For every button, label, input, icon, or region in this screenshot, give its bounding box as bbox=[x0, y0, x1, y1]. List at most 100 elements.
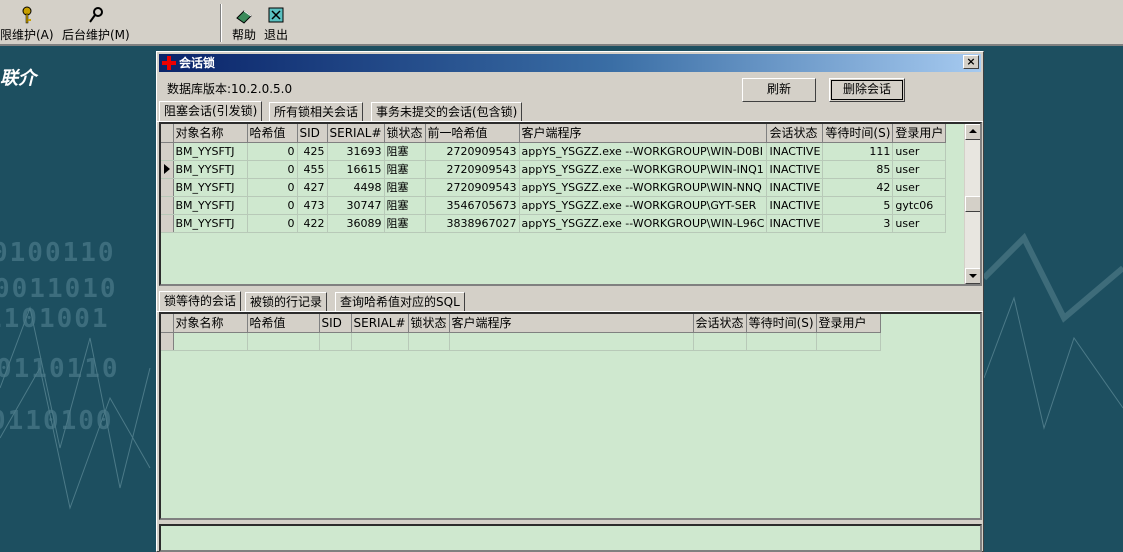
permission-maintenance-button[interactable]: 限维护(A) bbox=[0, 6, 54, 43]
table-cell[interactable]: 3546705673 bbox=[425, 196, 520, 215]
table-cell[interactable]: INACTIVE bbox=[766, 142, 824, 161]
table-cell[interactable]: 2720909543 bbox=[425, 178, 520, 197]
table-cell[interactable]: 阻塞 bbox=[384, 196, 426, 215]
table-cell[interactable]: 3838967027 bbox=[425, 214, 520, 233]
column-header[interactable]: 客户端程序 bbox=[519, 124, 768, 143]
column-header[interactable]: 等待时间(S) bbox=[822, 124, 894, 143]
table-cell[interactable]: BM_YYSFTJ bbox=[173, 142, 248, 161]
exit-button[interactable]: 退出 bbox=[264, 6, 288, 43]
table-cell[interactable]: 16615 bbox=[327, 160, 385, 179]
table-row[interactable] bbox=[161, 332, 881, 351]
sql-text-pane[interactable] bbox=[159, 524, 982, 552]
table-cell[interactable]: 阻塞 bbox=[384, 214, 426, 233]
table-cell[interactable]: user bbox=[892, 214, 947, 233]
table-cell[interactable]: appYS_YSGZZ.exe --WORKGROUP\GYT-SER bbox=[519, 196, 768, 215]
column-header[interactable]: 锁状态 bbox=[384, 124, 426, 143]
table-cell[interactable]: BM_YYSFTJ bbox=[173, 196, 248, 215]
table-cell[interactable]: user bbox=[892, 160, 947, 179]
column-header[interactable]: 等待时间(S) bbox=[746, 314, 817, 333]
table-cell[interactable]: gytc06 bbox=[892, 196, 947, 215]
table-cell[interactable]: BM_YYSFTJ bbox=[173, 160, 248, 179]
tab-hash-sql[interactable]: 查询哈希值对应的SQL bbox=[335, 292, 465, 312]
table-cell[interactable] bbox=[173, 332, 248, 351]
tab-waiting-sessions[interactable]: 锁等待的会话 bbox=[159, 291, 242, 312]
table-cell[interactable]: 0 bbox=[247, 214, 298, 233]
table-cell[interactable]: 85 bbox=[822, 160, 894, 179]
table-cell[interactable]: 473 bbox=[297, 196, 328, 215]
dialog-titlebar[interactable]: 会话锁 × bbox=[159, 54, 981, 72]
table-cell[interactable]: BM_YYSFTJ bbox=[173, 214, 248, 233]
column-header[interactable]: SERIAL# bbox=[327, 124, 385, 143]
table-cell[interactable]: 36089 bbox=[327, 214, 385, 233]
table-cell[interactable]: INACTIVE bbox=[766, 196, 824, 215]
table-cell[interactable]: 4498 bbox=[327, 178, 385, 197]
refresh-button[interactable]: 刷新 bbox=[742, 78, 816, 102]
table-cell[interactable]: 阻塞 bbox=[384, 160, 426, 179]
table-cell[interactable]: 30747 bbox=[327, 196, 385, 215]
table-cell[interactable]: 427 bbox=[297, 178, 328, 197]
table-cell[interactable]: 455 bbox=[297, 160, 328, 179]
scroll-down-arrow-icon[interactable] bbox=[965, 268, 980, 284]
table-cell[interactable]: INACTIVE bbox=[766, 214, 824, 233]
column-header[interactable]: SID bbox=[297, 124, 328, 143]
column-header[interactable]: 会话状态 bbox=[766, 124, 824, 143]
tab-uncommitted-sessions[interactable]: 事务未提交的会话(包含锁) bbox=[371, 102, 523, 122]
tab-locked-rows[interactable]: 被锁的行记录 bbox=[245, 292, 328, 312]
close-button[interactable]: × bbox=[963, 55, 979, 69]
column-header[interactable]: 会话状态 bbox=[693, 314, 747, 333]
top-grid-scrollbar[interactable] bbox=[964, 124, 980, 284]
column-header[interactable]: 客户端程序 bbox=[449, 314, 694, 333]
delete-session-button[interactable]: 删除会话 bbox=[829, 78, 905, 102]
column-header[interactable]: 前一哈希值 bbox=[425, 124, 520, 143]
blocking-sessions-grid[interactable]: 对象名称 哈希值 SID SERIAL# 锁状态 前一哈希值 客户端程序 会话状… bbox=[159, 122, 982, 286]
table-cell[interactable]: INACTIVE bbox=[766, 160, 824, 179]
column-header[interactable]: 哈希值 bbox=[247, 124, 298, 143]
table-cell[interactable]: 42 bbox=[822, 178, 894, 197]
table-cell[interactable] bbox=[746, 332, 817, 351]
table-cell[interactable]: 31693 bbox=[327, 142, 385, 161]
table-cell[interactable]: appYS_YSGZZ.exe --WORKGROUP\WIN-NNQ bbox=[519, 178, 768, 197]
table-cell[interactable] bbox=[449, 332, 694, 351]
column-header[interactable]: 登录用户 bbox=[816, 314, 881, 333]
tab-all-lock-sessions[interactable]: 所有锁相关会话 bbox=[269, 102, 364, 122]
table-cell[interactable]: user bbox=[892, 142, 947, 161]
table-cell[interactable]: 阻塞 bbox=[384, 142, 426, 161]
table-cell[interactable] bbox=[247, 332, 320, 351]
help-button[interactable]: 帮助 bbox=[232, 6, 256, 43]
table-cell[interactable]: appYS_YSGZZ.exe --WORKGROUP\WIN-D0BI bbox=[519, 142, 768, 161]
table-cell[interactable]: BM_YYSFTJ bbox=[173, 178, 248, 197]
table-cell[interactable]: 0 bbox=[247, 160, 298, 179]
table-cell[interactable]: 111 bbox=[822, 142, 894, 161]
table-cell[interactable]: appYS_YSGZZ.exe --WORKGROUP\WIN-INQ1 bbox=[519, 160, 768, 179]
waiting-sessions-grid[interactable]: 对象名称 哈希值 SID SERIAL# 锁状态 客户端程序 会话状态 等待时间… bbox=[159, 312, 982, 520]
column-header[interactable]: 对象名称 bbox=[173, 314, 248, 333]
scroll-up-arrow-icon[interactable] bbox=[965, 124, 980, 140]
column-header[interactable]: 对象名称 bbox=[173, 124, 248, 143]
table-cell[interactable]: 425 bbox=[297, 142, 328, 161]
table-cell[interactable]: user bbox=[892, 178, 947, 197]
column-header[interactable]: 登录用户 bbox=[892, 124, 947, 143]
table-cell[interactable]: 0 bbox=[247, 142, 298, 161]
tab-blocking-sessions[interactable]: 阻塞会话(引发锁) bbox=[159, 101, 263, 122]
table-cell[interactable]: 2720909543 bbox=[425, 142, 520, 161]
table-row[interactable]: BM_YYSFTJ 0 425 31693 阻塞 2720909543 appYS_YSGZ… bbox=[161, 142, 947, 161]
scroll-thumb[interactable] bbox=[965, 196, 980, 212]
table-cell[interactable] bbox=[408, 332, 450, 351]
table-cell[interactable] bbox=[816, 332, 881, 351]
column-header[interactable]: 哈希值 bbox=[247, 314, 320, 333]
table-cell[interactable]: 阻塞 bbox=[384, 178, 426, 197]
table-cell[interactable]: 422 bbox=[297, 214, 328, 233]
table-row[interactable]: BM_YYSFTJ 0 455 16615 阻塞 2720909543 appYS_YSGZ… bbox=[161, 160, 947, 179]
table-cell[interactable]: 5 bbox=[822, 196, 894, 215]
table-cell[interactable]: 3 bbox=[822, 214, 894, 233]
table-row[interactable]: BM_YYSFTJ 0 473 30747 阻塞 3546705673 appYS_YSGZ… bbox=[161, 196, 947, 215]
table-cell[interactable] bbox=[351, 332, 409, 351]
table-cell[interactable] bbox=[319, 332, 352, 351]
table-cell[interactable]: 0 bbox=[247, 196, 298, 215]
column-header[interactable]: SID bbox=[319, 314, 352, 333]
table-row[interactable]: BM_YYSFTJ 0 422 36089 阻塞 3838967027 appYS_YSGZ… bbox=[161, 214, 947, 233]
table-cell[interactable]: appYS_YSGZZ.exe --WORKGROUP\WIN-L96C bbox=[519, 214, 768, 233]
column-header[interactable]: 锁状态 bbox=[408, 314, 450, 333]
backend-maintenance-button[interactable]: 后台维护(M) bbox=[62, 6, 130, 43]
table-cell[interactable]: INACTIVE bbox=[766, 178, 824, 197]
